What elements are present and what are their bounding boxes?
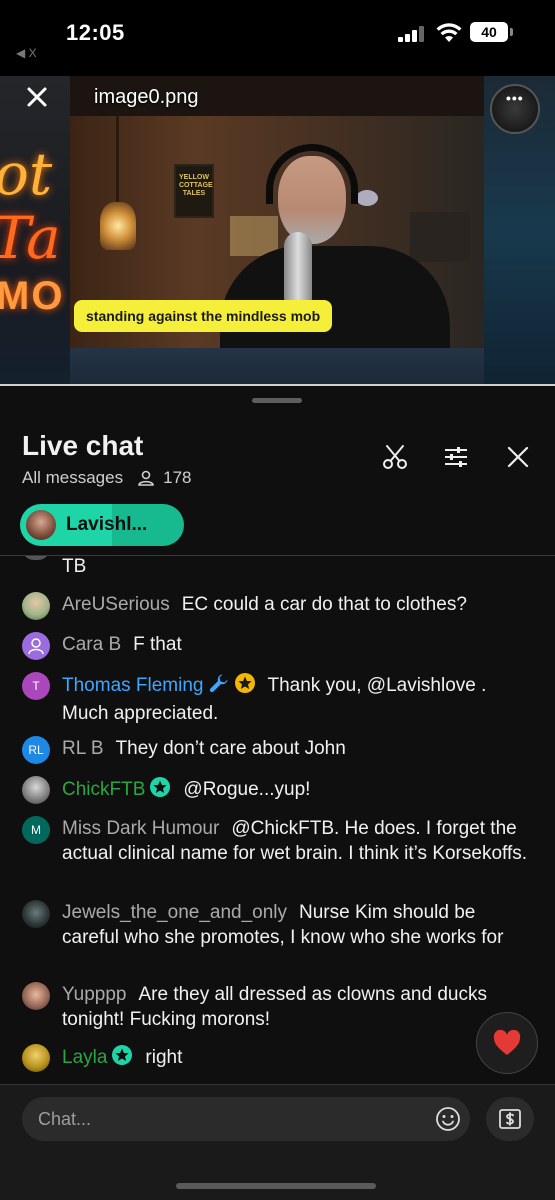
lamp-cord [116,116,119,204]
file-name-title: image0.png [94,86,199,108]
avatar [22,776,50,804]
chat-input[interactable] [22,1097,470,1141]
window-image [230,216,278,256]
chat-message-list[interactable]: TB AreUSerious EC could a car do that to … [0,556,555,1084]
avatar [22,982,50,1010]
message-text: EC could a car do that to clothes? [181,594,467,615]
star-badge-icon [234,672,256,701]
avatar [22,900,50,928]
message-fragment: TB [62,556,87,577]
emoji-button[interactable] [434,1105,462,1133]
avatar [22,592,50,620]
chat-message[interactable]: RL RL B They don’t care about John [0,736,555,764]
avatar [26,510,56,540]
clip-button[interactable] [380,442,410,472]
message-text: right [145,1047,183,1068]
author-name: ChickFTB [62,779,146,800]
status-time: 12:05 [66,20,125,45]
cellular-signal-icon [398,26,428,42]
chat-message[interactable]: Cara B F that [0,632,555,660]
viewer-count: 178 [163,468,192,487]
avatar [22,632,50,660]
super-chat-button[interactable] [486,1097,534,1141]
message-author[interactable]: Layla [62,1045,133,1068]
viewers-icon [137,469,155,487]
author-name: Layla [62,1047,108,1068]
message-text: @Rogue...yup! [183,779,311,800]
message-author[interactable]: AreUSerious [62,594,170,615]
drag-handle[interactable] [252,398,302,403]
chat-title: Live chat [22,430,144,461]
smiley-icon [436,1107,460,1131]
more-options-button[interactable]: ••• [490,84,540,134]
avatar: T [22,672,50,700]
member-badge-icon [149,776,171,805]
message-author[interactable]: Thomas Fleming [62,673,256,696]
avatar [22,556,50,560]
more-dots-icon: ••• [506,90,524,106]
avatar: RL [22,736,50,764]
close-icon [507,446,529,468]
neon-sign-text: Ta [0,204,61,272]
message-author[interactable]: RL B [62,738,104,759]
video-player[interactable]: ot Ta MO YELLOW COTTAGE TALES standing a… [0,76,555,386]
video-caption: standing against the mindless mob [74,300,333,332]
chat-input-bar [0,1084,555,1200]
user-icon [28,638,44,655]
chat-message[interactable]: T Thomas Fleming Thank you, @Lavishlove .… [0,672,555,726]
message-author[interactable]: Jewels_the_one_and_only [62,902,287,923]
chat-message[interactable]: Jewels_the_one_and_only Nurse Kim should … [0,900,555,950]
chat-message[interactable]: Yupppp Are they all dressed as clowns and… [0,982,555,1032]
dollar-icon [499,1109,521,1129]
background-bottom [70,348,484,386]
chat-settings-button[interactable] [441,442,471,472]
status-bar: 12:05 ◀ X 40 [0,0,555,76]
light-image [356,190,378,206]
host-body [220,246,450,348]
chat-message[interactable]: AreUSerious EC could a car do that to clo… [0,592,555,620]
scissors-icon [383,445,407,469]
member-badge-icon [111,1044,133,1073]
sliders-icon [445,447,467,467]
pinned-user-chip[interactable]: Lavishl... [20,504,184,546]
author-name: Thomas Fleming [62,675,204,696]
chat-filter-row[interactable]: All messages 178 [22,468,191,488]
reaction-heart-button[interactable] [476,1012,538,1074]
chat-filter-label[interactable]: All messages [22,468,123,488]
message-text: They don’t care about John [115,738,346,759]
back-to-app-link[interactable]: ◀ X [16,46,37,60]
lamp-image [100,202,136,250]
wrench-icon [208,672,230,701]
host-head [278,156,346,244]
heart-icon [493,1029,521,1055]
chat-message[interactable]: ChickFTB @Rogue...yup! [0,776,555,805]
home-indicator[interactable] [176,1183,376,1189]
message-author[interactable]: Miss Dark Humour [62,818,219,839]
shelf-image [410,212,470,262]
chat-message[interactable]: M Miss Dark Humour @ChickFTB. He does. I … [0,816,555,866]
message-author[interactable]: Cara B [62,634,121,655]
close-viewer-button[interactable] [22,82,52,112]
live-chat-panel: Live chat All messages 178 Lavishl... TB… [0,386,555,1200]
message-author[interactable]: ChickFTB [62,777,171,800]
avatar: M [22,816,50,844]
avatar [22,1044,50,1072]
battery-tip [510,28,513,36]
close-chat-button[interactable] [503,442,533,472]
video-frame: YELLOW COTTAGE TALES standing against th… [70,116,484,348]
chat-message[interactable]: Layla right [0,1044,555,1073]
poster-sign: YELLOW COTTAGE TALES [174,164,214,218]
wifi-icon [436,22,462,44]
close-icon [27,87,47,107]
message-text: F that [133,634,182,655]
pinned-chip-label: Lavishl... [66,514,148,535]
message-author[interactable]: Yupppp [62,984,126,1005]
battery-icon: 40 [470,22,508,42]
neon-sign-text: MO [0,274,65,318]
neon-sign-text: ot [0,140,53,208]
